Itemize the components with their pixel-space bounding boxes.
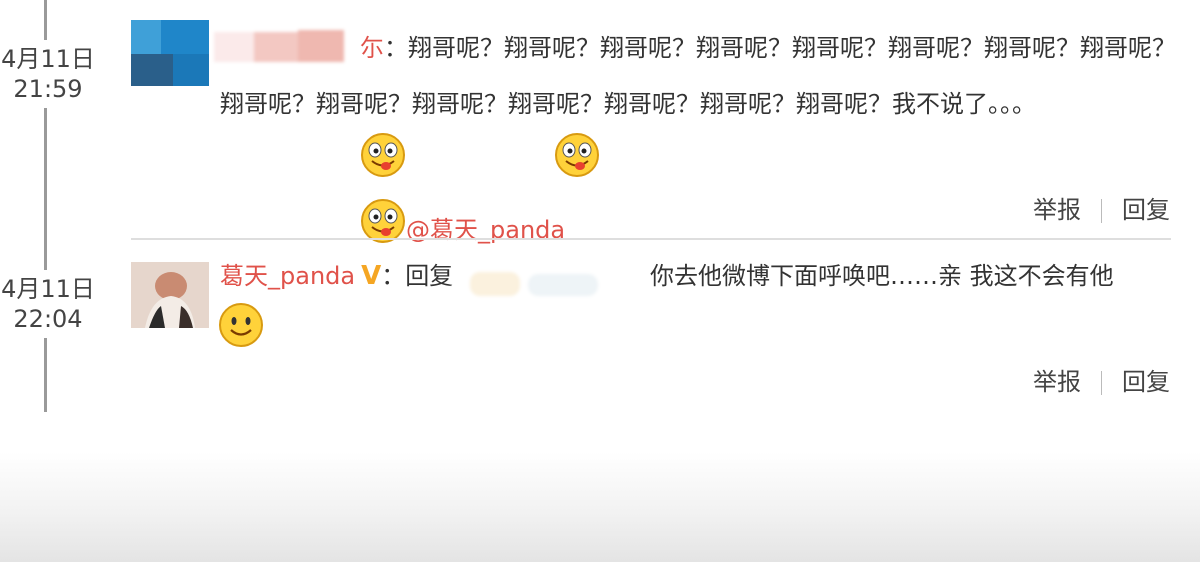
verified-badge-icon: V xyxy=(361,261,382,291)
reply-link[interactable]: 回复 xyxy=(1122,196,1170,224)
avatar-mosaic-tile xyxy=(131,54,173,86)
colon: ： xyxy=(381,262,406,290)
avatar-mosaic-tile xyxy=(161,20,209,54)
comment-text: 你去他微博下面呼唤吧……亲 我这不会有他 xyxy=(650,262,1114,290)
avatar-mosaic-tile xyxy=(173,54,209,86)
comment-time: 21:59 xyxy=(13,75,83,103)
comment-date: 4月11日 xyxy=(1,275,95,303)
comment-time: 22:04 xyxy=(13,305,83,333)
grin-tongue-icon xyxy=(414,132,600,198)
avatar[interactable] xyxy=(131,262,209,328)
comment-actions: 举报 回复 xyxy=(1033,190,1170,225)
username[interactable]: 葛天_panda xyxy=(220,262,355,290)
grin-tongue-icon xyxy=(220,132,406,198)
reply-prefix: 回复 xyxy=(405,262,454,290)
action-separator xyxy=(1101,199,1102,223)
smile-icon xyxy=(218,302,264,352)
reply-link[interactable]: 回复 xyxy=(1122,368,1170,396)
comment-body: 尓：翔哥呢？翔哥呢？翔哥呢？翔哥呢？翔哥呢？翔哥呢？翔哥呢？翔哥呢？翔哥呢？翔哥… xyxy=(220,20,1180,264)
report-link[interactable]: 举报 xyxy=(1033,196,1081,224)
colon: ： xyxy=(384,34,408,62)
weibo-comment-feed: 4月11日 21:59 尓：翔哥呢？翔哥呢？翔哥呢？翔哥呢？翔哥呢？翔哥呢？翔哥… xyxy=(0,0,1200,562)
blurred-username xyxy=(452,262,646,304)
avatar-mosaic-tile xyxy=(131,20,161,54)
action-separator xyxy=(1101,371,1102,395)
report-link[interactable]: 举报 xyxy=(1033,368,1081,396)
username-fragment[interactable]: 尓 xyxy=(360,34,384,62)
comment-divider xyxy=(131,238,1171,240)
comment-timestamp: 4月11日 22:04 xyxy=(0,270,96,338)
comment-actions: 举报 回复 xyxy=(1033,362,1170,397)
avatar[interactable] xyxy=(131,20,209,86)
comment-timestamp: 4月11日 21:59 xyxy=(0,40,96,108)
bottom-shadow xyxy=(0,452,1200,562)
comment-date: 4月11日 xyxy=(1,45,95,73)
